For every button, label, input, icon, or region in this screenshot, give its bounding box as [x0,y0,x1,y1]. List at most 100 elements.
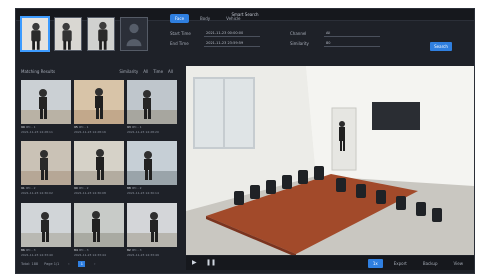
tab-body[interactable]: Body [195,14,215,23]
start-time-label: Start Time [170,31,191,36]
pager-prev-icon[interactable]: ‹ [65,261,72,267]
result-camera: IPC - 3 [25,247,36,252]
export-button[interactable]: Export [389,259,412,268]
similarity-label: Similarity [290,41,309,46]
speed-button[interactable]: 1x [367,258,383,268]
result-time: 2021-11-23 14:28:16 [74,130,106,134]
channel-label: Channel [290,31,307,36]
person-silhouette [88,18,114,50]
result-image [127,80,177,124]
result-time: 2021-11-23 14:30:08 [74,191,106,196]
result-time: 2021-11-23 14:28:11 [21,130,53,134]
result-camera: IPC - 3 [78,247,89,252]
person-silhouette [55,18,81,50]
results-header: Matching Results Similarity All Time All [21,66,173,76]
result-camera: IPC - 2 [131,186,142,191]
result-thumbnail[interactable]: 82 IPC - 3 2021-11-23 14:33:49 [127,202,177,260]
search-form: Face Body Vehicle Start Time 2021-11-23 … [170,14,458,64]
result-score: 88 [127,186,131,191]
result-time: 2021-11-23 14:30:14 [127,191,159,196]
view-button[interactable]: View [449,259,469,268]
result-thumbnail[interactable]: 91 IPC - 2 2021-11-23 14:30:02 [21,141,71,198]
result-meta: 90 IPC - 2 2021-11-23 14:30:08 [74,186,124,198]
end-time-row: End Time 2021-11-23 23:59:59 [170,40,260,47]
target-photo-strip [21,17,148,61]
results-title: Matching Results [21,68,56,74]
person-silhouette [22,18,48,50]
results-filters: Similarity All Time All [119,69,173,74]
result-meta: 86 IPC - 3 2021-11-23 14:33:40 [21,248,71,260]
end-time-field[interactable]: 2021-11-23 23:59:59 [204,40,260,47]
play-icon[interactable]: ▶ [192,259,200,267]
result-camera: IPC - 2 [78,186,89,191]
result-camera: IPC - 1 [78,125,89,129]
result-thumbnail[interactable]: 84 IPC - 3 2021-11-23 14:33:44 [74,202,124,260]
page-label: Page 1/1 [44,262,60,266]
result-score: 90 [74,186,78,191]
total-count: Total: 188 [21,262,39,266]
result-time: 2021-11-23 14:28:20 [127,130,159,134]
result-score: 91 [21,186,25,191]
result-meta: 82 IPC - 3 2021-11-23 14:33:49 [127,248,177,260]
tab-face[interactable]: Face [170,14,190,23]
result-meta: 88 IPC - 2 2021-11-23 14:30:14 [127,186,177,198]
result-time: 2021-11-23 14:33:40 [21,252,53,257]
similarity-row: Similarity 80 [290,40,380,47]
search-button[interactable]: Search [430,42,452,51]
conference-room-image [186,66,474,255]
sort-select[interactable]: All [143,69,148,74]
search-tabs: Face Body Vehicle [170,14,458,23]
result-thumbnail[interactable]: 95 IPC - 1 2021-11-23 14:28:16 [74,80,124,137]
result-score: 86 [21,247,25,252]
result-image [127,202,177,247]
result-thumbnail[interactable]: 90 IPC - 2 2021-11-23 14:30:08 [74,141,124,198]
similarity-field[interactable]: 80 [324,40,380,47]
result-image [74,141,124,186]
filter-select[interactable]: All [168,69,173,74]
pager-next-icon[interactable]: › [91,261,98,267]
channel-row: Channel All [290,30,380,37]
result-camera: IPC - 3 [131,247,142,252]
target-photo-2[interactable] [54,17,82,51]
result-time: 2021-11-23 14:33:49 [127,252,159,257]
result-meta: 95 IPC - 1 2021-11-23 14:28:16 [74,125,124,137]
channel-select[interactable]: All [324,30,380,37]
result-score: 82 [127,247,131,252]
result-thumbnail[interactable]: 86 IPC - 3 2021-11-23 14:33:40 [21,202,71,260]
results-grid: 99 IPC - 1 2021-11-23 14:28:11 95 IPC - … [21,80,177,260]
target-photo-3[interactable] [87,17,115,51]
results-pager: Total: 188 Page 1/1 ‹ 1 › [21,260,173,268]
result-image [21,80,71,124]
start-time-row: Start Time 2021-11-23 00:00:00 [170,30,260,37]
result-time: 2021-11-23 14:33:44 [74,252,106,257]
result-image [74,80,124,124]
pager-current-page[interactable]: 1 [78,261,86,267]
target-photo-1[interactable] [21,17,49,51]
result-camera: IPC - 1 [25,125,36,129]
target-photo-4[interactable] [120,17,148,51]
result-image [21,141,71,186]
result-thumbnail[interactable]: 93 IPC - 1 2021-11-23 14:28:20 [127,80,177,137]
empty-person-icon [121,18,147,50]
video-preview[interactable] [186,66,474,255]
result-thumbnail[interactable]: 88 IPC - 2 2021-11-23 14:30:14 [127,141,177,198]
result-camera: IPC - 1 [131,125,142,129]
pause-icon[interactable]: ❚❚ [206,259,216,267]
backup-button[interactable]: Backup [418,259,443,268]
result-image [127,141,177,186]
result-score: 93 [127,125,131,129]
result-score: 99 [21,125,25,129]
start-time-field[interactable]: 2021-11-23 00:00:00 [204,30,260,37]
result-meta: 93 IPC - 1 2021-11-23 14:28:20 [127,125,177,137]
result-score: 95 [74,125,78,129]
result-camera: IPC - 2 [25,186,36,191]
filter-label: Time [153,68,164,74]
result-thumbnail[interactable]: 99 IPC - 1 2021-11-23 14:28:11 [21,80,71,137]
end-time-label: End Time [170,41,189,46]
tab-vehicle[interactable]: Vehicle [221,14,245,23]
result-time: 2021-11-23 14:30:02 [21,191,53,196]
sort-label: Similarity [119,68,139,74]
result-meta: 91 IPC - 2 2021-11-23 14:30:02 [21,186,71,198]
result-meta: 99 IPC - 1 2021-11-23 14:28:11 [21,125,71,137]
result-meta: 84 IPC - 3 2021-11-23 14:33:44 [74,248,124,260]
